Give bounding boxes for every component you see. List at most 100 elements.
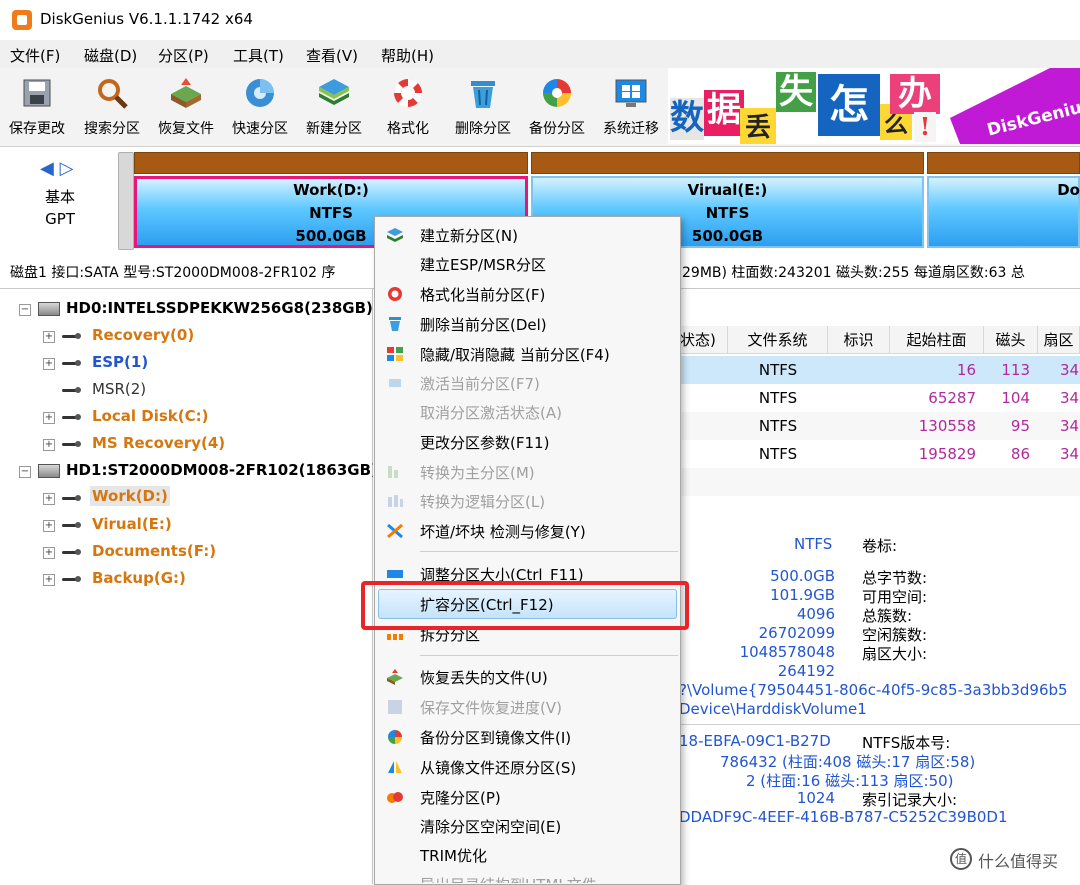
hdd-icon <box>38 464 60 478</box>
backup-partition-button[interactable]: 备份分区 <box>520 68 594 144</box>
tree-item-msr[interactable]: MSR(2) <box>92 380 146 398</box>
col-id[interactable]: 标识 <box>828 326 890 354</box>
tree-disk-hd0[interactable]: HD0:INTELSSDPEKKW256G8(238GB) <box>66 299 373 317</box>
menu-separator <box>420 551 678 552</box>
search-partition-button[interactable]: 搜索分区 <box>75 68 149 144</box>
expand-toggle[interactable]: + <box>43 439 55 451</box>
col-start-cylinder[interactable]: 起始柱面 <box>890 326 984 354</box>
menu-item-deactivate[interactable]: 取消分区激活状态(A) <box>374 398 679 426</box>
cell-sector: 34 <box>1060 361 1080 379</box>
label-index-size: 索引记录大小: <box>862 791 958 809</box>
menu-item-new-partition[interactable]: 建立新分区(N) <box>374 221 679 249</box>
expand-toggle[interactable]: + <box>43 358 55 370</box>
save-changes-button[interactable]: 保存更改 <box>0 68 74 144</box>
hdd-icon <box>38 302 60 316</box>
ad-char: ! <box>914 112 936 142</box>
detail-volume-label: 卷标: <box>862 537 898 555</box>
menu-tools[interactable]: 工具(T) <box>233 45 284 66</box>
title-bar: DiskGenius V6.1.1.1742 x64 <box>0 0 1080 40</box>
menu-file[interactable]: 文件(F) <box>10 45 60 66</box>
tree-item-local-disk[interactable]: Local Disk(C:) <box>92 407 208 425</box>
menu-view[interactable]: 查看(V) <box>306 45 358 66</box>
tree-disk-hd1[interactable]: HD1:ST2000DM008-2FR102(1863GB) <box>66 461 378 479</box>
ad-char: 怎 <box>818 74 880 136</box>
recover-files-button[interactable]: 恢复文件 <box>149 68 223 144</box>
menu-item-activate[interactable]: 激活当前分区(F7) <box>374 369 679 397</box>
tree-item-ms-recovery[interactable]: MS Recovery(4) <box>92 434 225 452</box>
expand-toggle[interactable]: + <box>43 574 55 586</box>
collapse-toggle[interactable]: − <box>19 466 31 478</box>
col-filesystem[interactable]: 文件系统 <box>728 326 828 354</box>
disk-map-scrollbar[interactable] <box>118 152 134 250</box>
delete-partition-button[interactable]: 删除分区 <box>446 68 520 144</box>
primary-icon <box>388 466 398 478</box>
clone-icon <box>387 792 403 803</box>
disk-nav-arrows[interactable]: ◀ ▷ <box>40 158 73 179</box>
tree-item-virual[interactable]: Virual(E:) <box>92 515 172 533</box>
menu-item-wipe-free-space[interactable]: 清除分区空闲空间(E) <box>374 812 679 840</box>
menu-partition[interactable]: 分区(P) <box>158 45 209 66</box>
menu-item-change-params[interactable]: 更改分区参数(F11) <box>374 428 679 456</box>
menu-item-to-primary[interactable]: 转换为主分区(M) <box>374 458 679 486</box>
menu-separator <box>420 655 678 656</box>
quick-partition-button[interactable]: 快速分区 <box>223 68 297 144</box>
partition-icon <box>62 440 82 448</box>
expand-toggle[interactable]: + <box>43 493 55 505</box>
tree-item-documents[interactable]: Documents(F:) <box>92 542 216 560</box>
system-migration-button[interactable]: 系统迁移 <box>594 68 668 144</box>
partition-cap <box>927 152 1080 174</box>
menu-item-clone[interactable]: 克隆分区(P) <box>374 783 679 811</box>
menu-item-restore-image[interactable]: 从镜像文件还原分区(S) <box>374 753 679 781</box>
expand-toggle[interactable]: + <box>43 412 55 424</box>
menu-item-bad-sectors[interactable]: 坏道/坏块 检测与修复(Y) <box>374 517 679 545</box>
menu-item-delete[interactable]: 删除当前分区(Del) <box>374 310 679 338</box>
ad-banner[interactable]: 数 据 丢 失 怎 么 办 ! DiskGenius <box>668 68 1080 144</box>
menu-disk[interactable]: 磁盘(D) <box>84 45 137 66</box>
menu-item-export-html[interactable]: 导出目录结构到HTML文件 <box>374 870 679 883</box>
menu-item-to-logical[interactable]: 转换为逻辑分区(L) <box>374 487 679 515</box>
detail-sector-count: 1048578048 <box>739 643 835 661</box>
expand-toggle[interactable]: + <box>43 520 55 532</box>
partition-name: Work(D:) <box>293 181 369 199</box>
disk-tree <box>0 288 373 884</box>
menu-item-format[interactable]: 格式化当前分区(F) <box>374 280 679 308</box>
watermark-text: 什么值得买 <box>978 852 1059 871</box>
detail-volume-guid: ?\Volume{79504451-806c-40f5-9c85-3a3bb3d… <box>679 681 1068 699</box>
trash-icon <box>471 81 495 108</box>
cell-fs: NTFS <box>758 389 798 407</box>
tree-item-backup[interactable]: Backup(G:) <box>92 569 186 587</box>
cell-fs: NTFS <box>758 445 798 463</box>
detail-mftmirr: 2 (柱面:16 磁头:113 扇区:50) <box>746 772 954 790</box>
tree-item-esp[interactable]: ESP(1) <box>92 353 148 371</box>
collapse-toggle[interactable]: − <box>19 304 31 316</box>
expand-toggle[interactable]: + <box>43 547 55 559</box>
hide-icon <box>387 347 403 361</box>
new-partition-button[interactable]: 新建分区 <box>297 68 371 144</box>
cell-sector: 34 <box>1060 445 1080 463</box>
col-sector[interactable]: 扇区 <box>1038 326 1080 354</box>
menu-item-create-esp-msr[interactable]: 建立ESP/MSR分区 <box>374 250 679 278</box>
menu-item-backup-image[interactable]: 备份分区到镜像文件(I) <box>374 723 679 751</box>
col-status[interactable]: 状态) <box>680 326 728 354</box>
partition-name: Virual(E:) <box>687 181 768 199</box>
menu-item-recover-files[interactable]: 恢复丢失的文件(U) <box>374 663 679 691</box>
pie-icon <box>543 79 571 107</box>
format-icon <box>388 287 402 301</box>
expand-toggle[interactable]: + <box>43 331 55 343</box>
recover-files-icon <box>171 78 201 108</box>
col-head[interactable]: 磁头 <box>984 326 1038 354</box>
menu-item-hide[interactable]: 隐藏/取消隐藏 当前分区(F4) <box>374 340 679 368</box>
menu-help[interactable]: 帮助(H) <box>381 45 434 66</box>
cell-start: 130558 <box>918 417 976 435</box>
menu-item-save-progress[interactable]: 保存文件恢复进度(V) <box>374 693 679 721</box>
label-total-bytes: 总字节数: <box>862 569 928 587</box>
partition-documents[interactable]: Do <box>927 152 1080 248</box>
window-title: DiskGenius V6.1.1.1742 x64 <box>40 10 253 28</box>
cell-head: 104 <box>1001 389 1030 407</box>
detail-index-size: 1024 <box>796 789 835 807</box>
tree-item-recovery[interactable]: Recovery(0) <box>92 326 194 344</box>
save-progress-icon <box>388 700 402 714</box>
format-button[interactable]: 格式化 <box>371 68 445 144</box>
menu-item-trim[interactable]: TRIM优化 <box>374 841 679 869</box>
tree-item-work[interactable]: Work(D:) <box>90 486 170 506</box>
